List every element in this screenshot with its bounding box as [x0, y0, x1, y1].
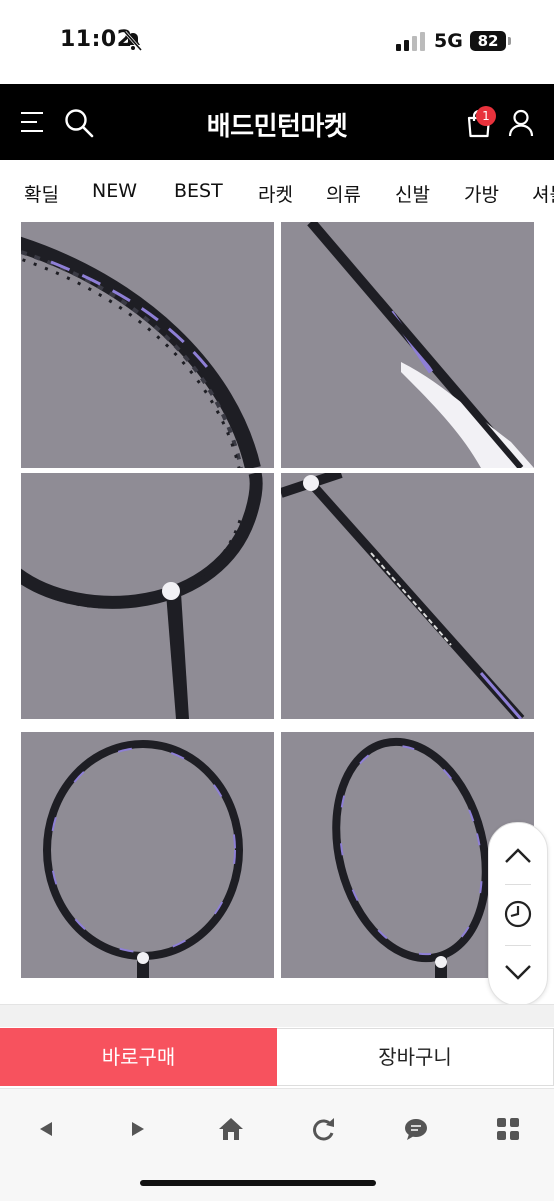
category-item[interactable]: BEST: [174, 180, 223, 202]
gallery-image[interactable]: [281, 473, 534, 719]
add-to-cart-button[interactable]: 장바구니: [277, 1028, 554, 1086]
forward-icon[interactable]: [122, 1113, 154, 1145]
gallery-image[interactable]: [21, 222, 274, 468]
purchase-action-bar: 바로구매 장바구니: [0, 1028, 554, 1086]
search-icon[interactable]: [64, 108, 94, 138]
back-icon[interactable]: [30, 1113, 62, 1145]
menu-icon[interactable]: [20, 111, 44, 133]
cart-count-badge: 1: [476, 106, 496, 126]
scroll-controls: [488, 822, 548, 1006]
user-icon[interactable]: [508, 109, 534, 137]
section-divider: [0, 1004, 554, 1027]
gallery-image[interactable]: [21, 732, 274, 978]
gallery-image[interactable]: [21, 473, 274, 719]
refresh-icon[interactable]: [307, 1113, 339, 1145]
status-bar: 11:02 5G 82: [0, 0, 554, 84]
category-item[interactable]: 라켓: [258, 180, 293, 207]
category-item[interactable]: 셔틀: [532, 180, 554, 207]
battery-tip: [508, 37, 511, 45]
signal-icon: [396, 32, 425, 51]
home-indicator: [140, 1180, 376, 1186]
category-item[interactable]: 가방: [464, 180, 499, 207]
site-header: 배드민턴마켓 1: [0, 84, 554, 160]
category-item[interactable]: NEW: [92, 180, 137, 202]
chevron-down-icon[interactable]: [489, 943, 547, 1001]
category-item[interactable]: 확딜: [24, 180, 59, 207]
chat-icon[interactable]: [400, 1113, 432, 1145]
bell-slash-icon: [123, 31, 143, 51]
battery-level: 82: [470, 31, 506, 51]
category-nav: 확딜 NEW BEST 라켓 의류 신발 가방 셔틀: [0, 160, 554, 222]
clock-icon[interactable]: [489, 885, 547, 943]
category-item[interactable]: 의류: [326, 180, 361, 207]
product-image-gallery: [0, 222, 554, 986]
apps-icon[interactable]: [492, 1113, 524, 1145]
category-item[interactable]: 신발: [395, 180, 430, 207]
chevron-up-icon[interactable]: [489, 827, 547, 885]
home-icon[interactable]: [215, 1113, 247, 1145]
gallery-image[interactable]: [281, 222, 534, 468]
buy-now-button[interactable]: 바로구매: [0, 1028, 277, 1086]
network-type: 5G: [434, 30, 463, 52]
